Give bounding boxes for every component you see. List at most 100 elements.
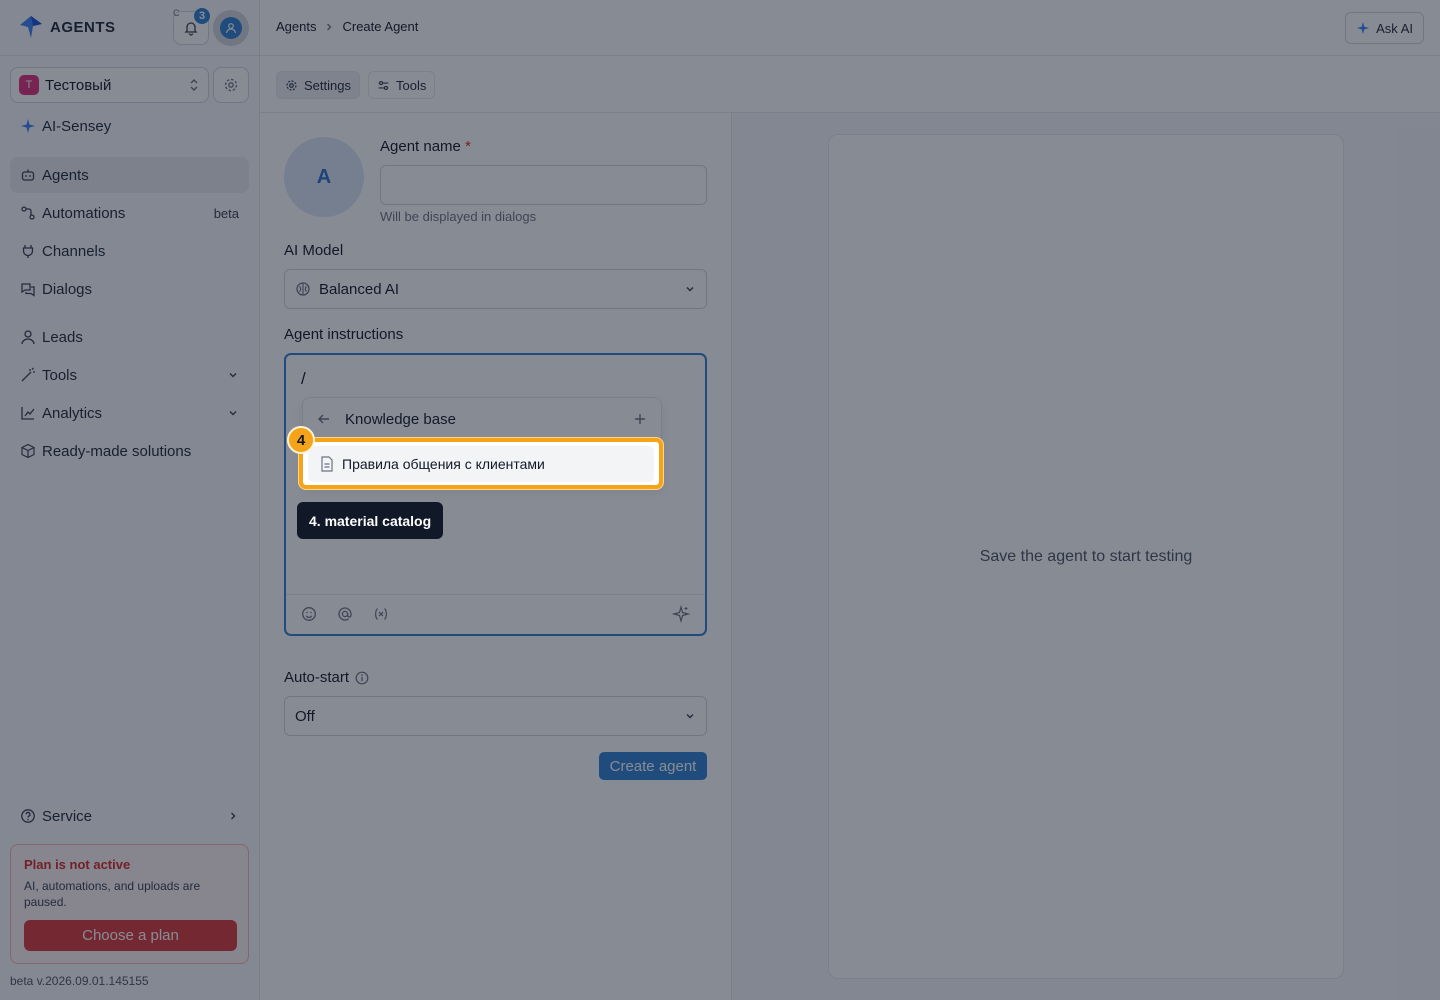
plug-icon: [20, 243, 36, 259]
agent-name-input[interactable]: [380, 165, 707, 205]
editor-toolbar: [286, 594, 705, 634]
sliders-icon: [378, 80, 389, 90]
sidebar-item-label: Tools: [42, 366, 78, 384]
walkthrough-tooltip: 4. material catalog: [297, 502, 444, 539]
sidebar-item-label: Analytics: [42, 404, 103, 422]
sidebar-item-label: Agents: [42, 166, 89, 184]
top-bar: Agents Create Agent Ask AI: [260, 0, 1440, 56]
sidebar-item-agents[interactable]: Agents: [10, 157, 249, 193]
agent-form: A Agent name * Will be displayed in dial…: [260, 113, 732, 1000]
chevron-down-icon: [686, 287, 694, 292]
tabs-bar: Settings Tools: [260, 56, 1440, 113]
required-mark: *: [465, 138, 471, 155]
chevrons-up-down-icon: [190, 79, 198, 91]
logo[interactable]: AGENTS: [18, 14, 116, 40]
sidebar-item-label: Service: [42, 807, 93, 825]
sidebar-item-label: AI-Sensey: [42, 117, 112, 135]
user-avatar-icon: [220, 17, 242, 39]
sidebar-item-leads[interactable]: Leads: [10, 319, 249, 355]
plus-icon[interactable]: [633, 412, 647, 426]
ai-model-label: AI Model: [284, 242, 344, 259]
sidebar-item-tools[interactable]: Tools: [10, 357, 249, 393]
sidebar-item-label: Dialogs: [42, 280, 93, 298]
plan-title: Plan is not active: [24, 857, 131, 872]
sidebar-item-analytics[interactable]: Analytics: [10, 395, 249, 431]
mention-icon[interactable]: [336, 605, 354, 623]
emoji-icon[interactable]: [300, 605, 318, 623]
chart-icon: [20, 405, 36, 421]
agent-name-label-text: Agent name: [380, 138, 461, 155]
chevron-down-icon: [229, 411, 237, 416]
chevron-down-icon: [229, 373, 237, 378]
highlighted-kb-document-label: Правила общения с клиентами: [342, 456, 545, 472]
ai-model-select[interactable]: Balanced AI: [284, 269, 707, 309]
gear-icon: [224, 78, 238, 92]
notifications-badge: 3: [194, 8, 210, 24]
sidebar-item-dialogs[interactable]: Dialogs: [10, 271, 249, 307]
autostart-label-text: Auto-start: [284, 669, 350, 686]
variable-icon[interactable]: [372, 605, 390, 623]
document-icon: [320, 456, 334, 472]
highlighted-kb-document[interactable]: Правила общения с клиентами: [308, 446, 654, 482]
walkthrough-spotlight[interactable]: Правила общения с клиентами: [299, 438, 663, 489]
choose-plan-button[interactable]: Choose a plan: [24, 920, 237, 951]
sidebar-item-label: Leads: [42, 328, 83, 346]
box-icon: [20, 443, 36, 459]
sidebar-item-label: Channels: [42, 242, 106, 260]
user-icon: [20, 329, 36, 345]
sidebar-item-ready-made-solutions[interactable]: Ready-made solutions: [10, 433, 249, 469]
sidebar-item-ai-sensey[interactable]: AI-Sensey: [10, 108, 249, 144]
version-label: beta v.2026.09.01.145155: [10, 974, 149, 988]
tab-label: Settings: [304, 77, 351, 93]
sidebar-item-label: Ready-made solutions: [42, 442, 192, 460]
breadcrumb-agents[interactable]: Agents: [276, 19, 316, 34]
ask-ai-label: Ask AI: [1376, 20, 1413, 36]
sidebar-item-label: Automations: [42, 204, 126, 222]
tab-settings[interactable]: Settings: [276, 71, 360, 99]
sidebar-item-service[interactable]: Service: [10, 798, 249, 834]
workspace-settings-button[interactable]: [213, 67, 249, 103]
brain-icon: [296, 282, 310, 296]
ask-ai-button[interactable]: Ask AI: [1345, 12, 1424, 44]
chevron-down-icon: [686, 714, 694, 719]
flow-icon: [20, 205, 36, 221]
breadcrumb: Agents Create Agent: [276, 19, 418, 34]
breadcrumb-create-agent: Create Agent: [342, 19, 419, 34]
arrow-left-icon[interactable]: [317, 412, 331, 426]
sparkle-icon: [1357, 21, 1370, 35]
agent-name-hint: Will be displayed in dialogs: [380, 209, 537, 224]
autostart-select[interactable]: Off: [284, 696, 707, 736]
logo-text: AGENTS: [50, 18, 116, 36]
workspace-select[interactable]: T Тестовый: [10, 67, 209, 103]
notifications-button[interactable]: C 3: [173, 8, 210, 45]
user-avatar-button[interactable]: [213, 10, 249, 46]
chevron-right-icon: [231, 812, 236, 820]
preview-message: Save the agent to start testing: [979, 547, 1193, 565]
autostart-label: Auto-start: [284, 669, 369, 686]
test-preview-card: Save the agent to start testing: [828, 134, 1344, 979]
chat-icon: [20, 281, 36, 297]
instructions-editor[interactable]: / Knowledge base Правила общения с клиен…: [284, 353, 707, 636]
tab-tools[interactable]: Tools: [368, 71, 436, 99]
plan-description: AI, automations, and uploads are paused.: [24, 879, 201, 909]
agent-avatar-upload[interactable]: A: [284, 137, 364, 217]
beta-tag: beta: [213, 205, 239, 221]
help-circle-icon: [20, 808, 36, 824]
tab-label: Tools: [396, 77, 427, 93]
autostart-value: Off: [295, 707, 315, 725]
sidebar-item-automations[interactable]: Automations beta: [10, 195, 249, 231]
ai-model-value: Balanced AI: [319, 280, 400, 298]
instructions-text[interactable]: /: [301, 369, 306, 389]
walkthrough-step-badge: 4: [287, 426, 315, 454]
kb-popup-header: Knowledge base: [303, 398, 661, 440]
workspace-name: Тестовый: [45, 76, 112, 94]
agent-name-label: Agent name *: [380, 138, 471, 155]
create-agent-button[interactable]: Create agent: [599, 752, 707, 780]
sidebar-item-channels[interactable]: Channels: [10, 233, 249, 269]
ai-improve-icon[interactable]: [672, 605, 690, 623]
notifications-mark: C: [173, 8, 180, 18]
info-icon[interactable]: [355, 671, 369, 685]
kb-popup-title: Knowledge base: [345, 410, 456, 428]
sparkle-icon: [20, 118, 36, 134]
sidebar: AGENTS C 3 T Тестовый AI-Sensey Agents A: [0, 0, 260, 1000]
